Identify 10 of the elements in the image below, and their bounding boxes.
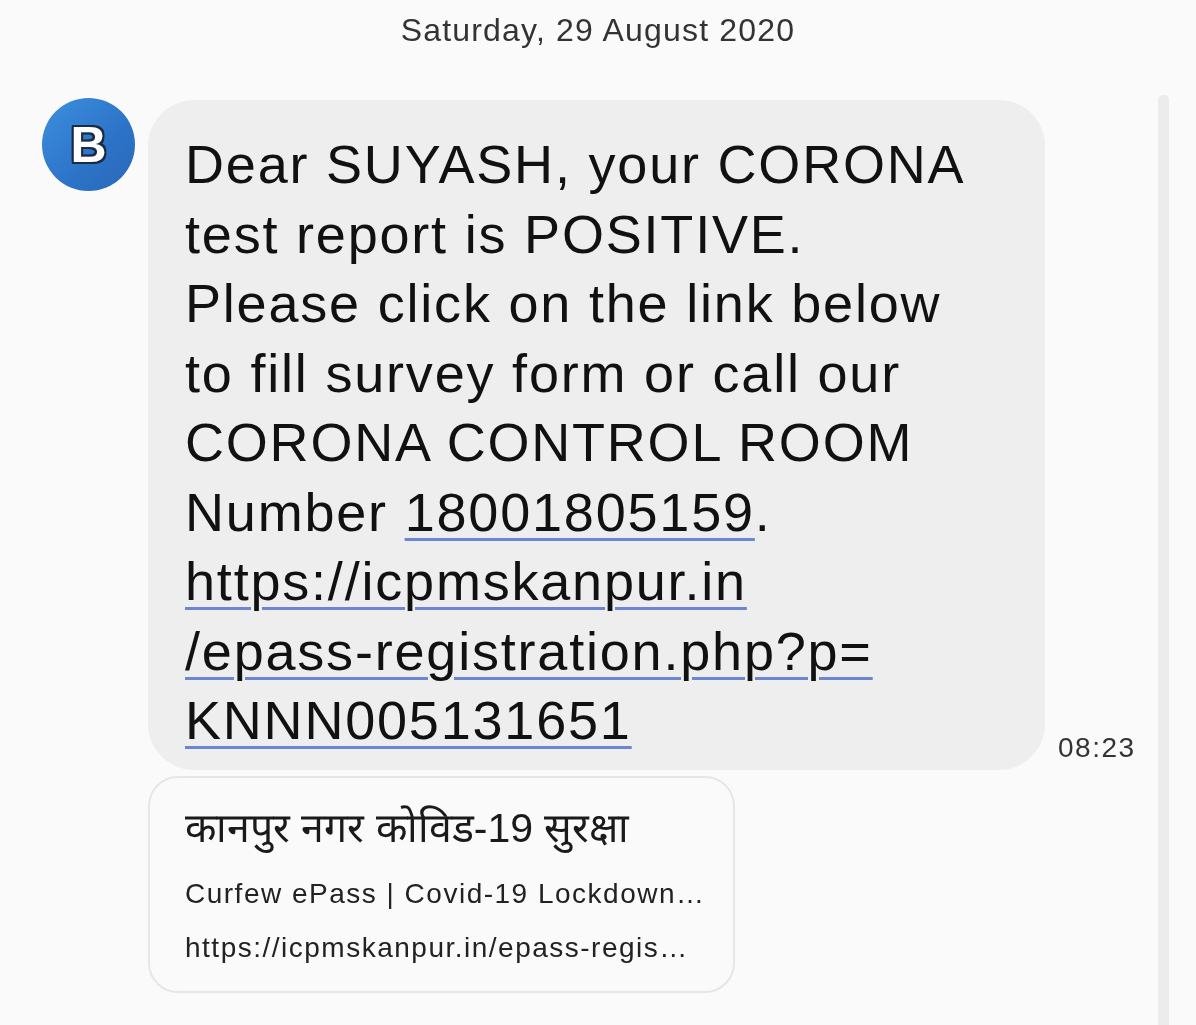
- message-text: Dear SUYASH, your CORONA test report is POSITIVE. Please click on the link below to fill survey form or call our CORONA CONTROL ROOM Number 18001805159. https://icpmskanpur.in /epass-registration.php?p= KNNN005131651: [185, 130, 1025, 756]
- preview-description: Curfew ePass | Covid-19 Lockdown…: [185, 876, 707, 911]
- avatar[interactable]: B: [42, 98, 135, 191]
- preview-url: https://icpmskanpur.in/epass-regis…: [185, 930, 690, 965]
- link-preview-card[interactable]: कानपुर नगर कोविड-19 सुरक्षा Curfew ePass | Covid-19 Lockdown… https://icpmskanpur.in/epass-regis…: [148, 775, 735, 993]
- preview-title: कानपुर नगर कोविड-19 सुरक्षा: [185, 803, 631, 852]
- url-link[interactable]: https://icpmskanpur.in /epass-registration.php?p= KNNN005131651: [185, 547, 873, 756]
- date-header: Saturday, 29 August 2020: [399, 11, 797, 49]
- timestamp: 08:23: [1058, 731, 1137, 765]
- phone-link[interactable]: 18001805159: [404, 481, 755, 542]
